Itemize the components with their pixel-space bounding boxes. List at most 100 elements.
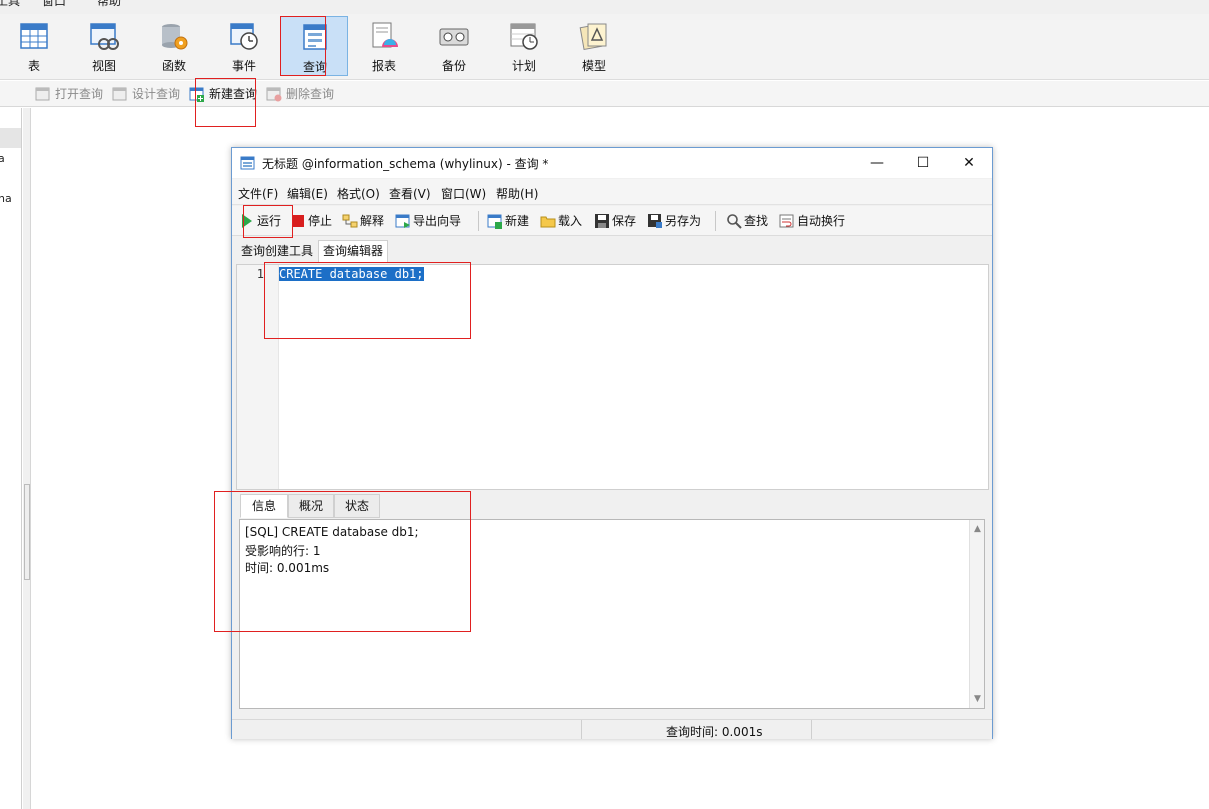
design-query-icon: [112, 87, 127, 101]
ribbon-model-label: 模型: [581, 59, 606, 73]
query-window-titlebar[interactable]: 无标题 @information_schema (whylinux) - 查询 …: [232, 148, 992, 178]
close-button[interactable]: ✕: [946, 148, 992, 178]
view-icon: [90, 23, 119, 50]
scroll-down-icon[interactable]: ▼: [970, 692, 985, 706]
ribbon-backup-button[interactable]: 备份: [420, 16, 488, 76]
connection-tree-pane: a na: [0, 108, 22, 809]
open-query-button[interactable]: 打开查询: [35, 85, 103, 103]
toolbar-separator: [478, 211, 479, 231]
word-wrap-label: 自动换行: [797, 214, 846, 228]
word-wrap-icon: [779, 214, 794, 228]
load-button[interactable]: 载入: [540, 212, 582, 230]
pane-splitter[interactable]: [23, 108, 31, 809]
open-query-label: 打开查询: [55, 87, 104, 101]
tree-selected-row[interactable]: [0, 128, 21, 148]
menu-view[interactable]: 查看(V): [389, 185, 431, 202]
save-as-button[interactable]: 另存为: [647, 212, 701, 230]
menu-format[interactable]: 格式(O): [337, 185, 380, 202]
explain-icon: [342, 214, 358, 228]
scroll-up-icon[interactable]: ▲: [970, 522, 985, 536]
design-query-label: 设计查询: [132, 87, 181, 101]
stop-button[interactable]: 停止: [290, 212, 332, 230]
search-icon: [727, 214, 742, 229]
status-cell-divider: [811, 720, 812, 739]
schedule-icon: [510, 23, 538, 50]
export-wizard-label: 导出向导: [413, 214, 462, 228]
tab-query-builder[interactable]: 查询创建工具: [236, 240, 318, 262]
ribbon-schedule-button[interactable]: 计划: [490, 16, 558, 76]
design-query-button[interactable]: 设计查询: [112, 85, 180, 103]
model-icon: [579, 23, 607, 50]
ribbon-function-label: 函数: [161, 59, 186, 73]
find-label: 查找: [744, 214, 769, 228]
ribbon-function-button[interactable]: 函数: [140, 16, 208, 76]
export-icon: [395, 214, 410, 228]
annotation-box-sql: [264, 262, 471, 339]
load-label: 载入: [558, 214, 583, 228]
ribbon-event-button[interactable]: 事件: [210, 16, 278, 76]
open-query-icon: [35, 87, 50, 101]
export-wizard-button[interactable]: 导出向导: [395, 212, 461, 230]
app-menubar: 工具 窗口 帮助: [0, 0, 1209, 14]
find-button[interactable]: 查找: [726, 212, 768, 230]
menu-help[interactable]: 帮助: [97, 0, 121, 9]
annotation-box-new-query: [195, 78, 256, 127]
backup-icon: [439, 28, 469, 46]
report-icon: [372, 22, 398, 48]
ribbon-event-label: 事件: [231, 59, 256, 73]
menu-window[interactable]: 窗口(W): [441, 185, 486, 202]
word-wrap-button[interactable]: 自动换行: [779, 212, 845, 230]
save-button[interactable]: 保存: [594, 212, 636, 230]
ribbon-view-label: 视图: [91, 59, 116, 73]
ribbon-table-label: 表: [27, 59, 40, 73]
table-icon: [20, 23, 48, 49]
minimize-button[interactable]: —: [854, 148, 900, 178]
ribbon-model-button[interactable]: 模型: [560, 16, 628, 76]
stop-label: 停止: [308, 214, 333, 228]
annotation-box-run: [243, 205, 293, 238]
ribbon-report-button[interactable]: 报表: [350, 16, 418, 76]
tab-query-editor[interactable]: 查询编辑器: [318, 240, 389, 262]
function-icon: [162, 24, 188, 50]
delete-query-button[interactable]: 删除查询: [266, 85, 334, 103]
query-toolbar: 运行 停止 解释 导出向导 新建 载入 保存 另存为 查找 自动换行: [232, 206, 992, 236]
explain-label: 解释: [360, 214, 385, 228]
explain-button[interactable]: 解释: [342, 212, 384, 230]
menu-edit[interactable]: 编辑(E): [287, 185, 328, 202]
ribbon-view-button[interactable]: 视图: [70, 16, 138, 76]
line-number: 1: [256, 267, 264, 281]
result-scrollbar[interactable]: ▲ ▼: [969, 520, 984, 708]
query-window-title: 无标题 @information_schema (whylinux) - 查询 …: [262, 157, 549, 171]
new-query-icon: [487, 214, 502, 229]
query-object-toolbar: 打开查询 设计查询 新建查询 删除查询: [0, 81, 1209, 107]
annotation-box-result: [214, 491, 471, 632]
delete-query-label: 删除查询: [286, 87, 335, 101]
splitter-grip[interactable]: [24, 484, 30, 580]
query-window: 无标题 @information_schema (whylinux) - 查询 …: [231, 147, 993, 739]
save-as-icon: [648, 214, 662, 228]
main-ribbon: 表 视图 函数 事件 查询 报表 备份 计划 模型: [0, 14, 1209, 80]
delete-query-icon: [266, 87, 282, 102]
folder-icon: [540, 216, 556, 228]
annotation-box-query: [280, 16, 326, 76]
ribbon-backup-label: 备份: [441, 59, 466, 73]
maximize-button[interactable]: ☐: [900, 148, 946, 178]
save-label: 保存: [612, 214, 637, 228]
query-time-status: 查询时间: 0.001s: [666, 725, 763, 739]
query-statusbar: 查询时间: 0.001s: [232, 719, 992, 739]
ribbon-schedule-label: 计划: [511, 59, 536, 73]
save-icon: [595, 214, 609, 228]
status-cell-divider: [581, 720, 582, 739]
menu-file[interactable]: 文件(F): [238, 185, 278, 202]
ribbon-report-label: 报表: [371, 59, 396, 73]
tree-item-fragment[interactable]: na: [0, 192, 12, 205]
menu-help[interactable]: 帮助(H): [496, 185, 538, 202]
tree-item-fragment[interactable]: a: [0, 152, 5, 165]
new-button[interactable]: 新建: [487, 212, 529, 230]
ribbon-table-button[interactable]: 表: [0, 16, 68, 76]
event-icon: [230, 23, 258, 50]
query-window-icon: [240, 156, 255, 170]
new-label: 新建: [505, 214, 530, 228]
menu-tools[interactable]: 工具: [0, 0, 20, 9]
menu-window[interactable]: 窗口: [42, 0, 66, 9]
